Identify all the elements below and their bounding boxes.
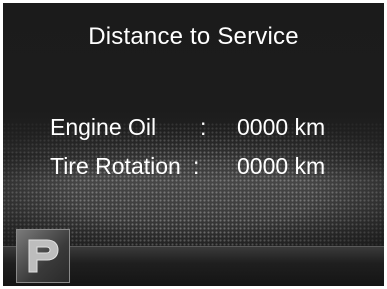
engine-oil-separator: :: [200, 114, 207, 140]
tire-rotation-separator: :: [193, 153, 200, 179]
park-p-icon: [16, 229, 70, 283]
cluster-display: Distance to Service Engine Oil : 0000 km…: [3, 3, 384, 286]
engine-oil-label: Engine Oil: [50, 114, 157, 140]
display-frame: Distance to Service Engine Oil : 0000 km…: [0, 0, 387, 289]
page-title: Distance to Service: [88, 23, 299, 50]
tire-rotation-row: Tire Rotation : 0000 km: [3, 153, 384, 185]
tire-rotation-label: Tire Rotation: [50, 153, 181, 179]
engine-oil-value: 0000 km: [237, 114, 326, 140]
p-glyph-icon: [28, 239, 59, 273]
tire-rotation-value: 0000 km: [237, 153, 326, 179]
engine-oil-row: Engine Oil : 0000 km: [3, 114, 384, 146]
